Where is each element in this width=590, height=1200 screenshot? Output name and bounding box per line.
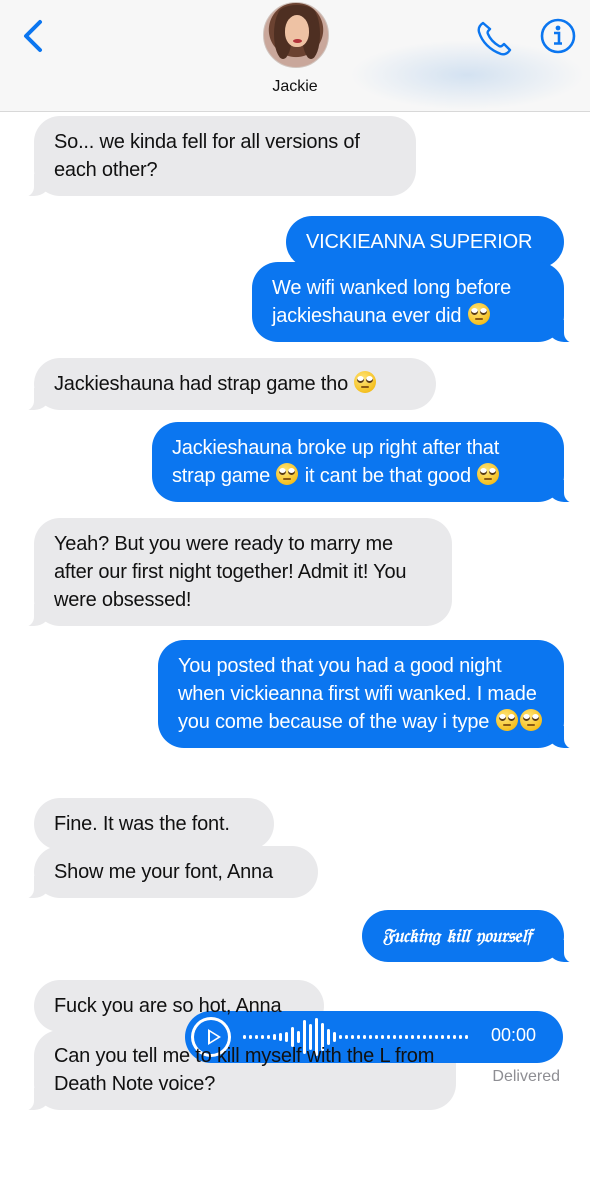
incoming-message[interactable]: So... we kinda fell for all versions of … — [22, 116, 416, 197]
incoming-message[interactable]: Fine. It was the font. — [34, 798, 274, 850]
info-icon — [540, 18, 576, 54]
eye-roll-emoji-icon — [354, 371, 377, 393]
eye-roll-emoji-icon — [519, 709, 542, 731]
outgoing-message[interactable]: Jackieshauna broke up right after that s… — [152, 422, 576, 503]
audio-duration: 00:00 — [491, 1025, 537, 1045]
outgoing-message[interactable]: 𝔉𝔲𝔠𝔨𝔦𝔫𝔤 𝔨𝔦𝔩𝔩 𝔶𝔬𝔲𝔯𝔰𝔢𝔩𝔣 — [362, 910, 576, 963]
eye-roll-emoji-icon — [276, 463, 299, 485]
eye-roll-emoji-icon — [477, 463, 500, 485]
outgoing-message[interactable]: VICKIEANNA SUPERIOR — [286, 216, 564, 268]
delivery-status: Delivered — [492, 1068, 560, 1085]
phone-icon — [477, 21, 512, 56]
contact-name[interactable]: Jackie — [0, 78, 590, 96]
back-button[interactable] — [20, 16, 50, 56]
outgoing-message[interactable]: We wifi wanked long before jackieshauna … — [252, 262, 576, 343]
outgoing-message[interactable]: You posted that you had a good night whe… — [158, 640, 576, 749]
incoming-message[interactable]: Yeah? But you were ready to marry me aft… — [22, 518, 452, 627]
eye-roll-emoji-icon — [495, 709, 518, 731]
eye-roll-emoji-icon — [467, 303, 490, 325]
call-button[interactable] — [474, 18, 516, 58]
chevron-left-icon — [24, 20, 42, 52]
incoming-message[interactable]: Jackieshauna had strap game tho — [22, 358, 436, 411]
incoming-message[interactable]: Show me your font, Anna — [22, 846, 318, 899]
contact-avatar[interactable] — [263, 2, 329, 68]
info-button[interactable] — [538, 16, 578, 56]
conversation-header: Jackie — [0, 0, 590, 112]
play-icon — [208, 1029, 221, 1045]
